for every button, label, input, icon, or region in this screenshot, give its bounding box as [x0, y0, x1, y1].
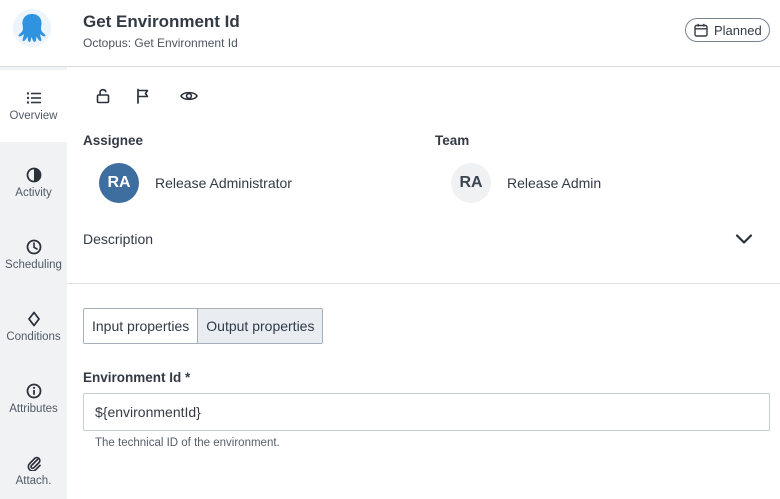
sidebar-item-label: Attributes [9, 403, 58, 415]
calendar-icon [694, 23, 708, 37]
page-header: Get Environment Id Octopus: Get Environm… [0, 0, 780, 67]
lock-toggle-button[interactable] [93, 86, 113, 106]
sidebar-item-attachments[interactable]: Attach. [0, 435, 67, 499]
pie-chart-icon [26, 167, 41, 183]
tab-input-properties[interactable]: Input properties [84, 309, 198, 343]
unlock-icon [96, 88, 110, 104]
diamond-icon [27, 311, 40, 327]
info-icon [26, 383, 41, 399]
environment-id-helper: The technical ID of the environment. [95, 437, 280, 449]
page-title: Get Environment Id [83, 12, 240, 31]
flag-icon [137, 88, 149, 104]
eye-icon [180, 91, 198, 101]
sidebar-item-attributes[interactable]: Attributes [0, 363, 67, 435]
sidebar-item-label: Activity [15, 187, 52, 199]
properties-tabs: Input properties Output properties [83, 308, 324, 344]
sidebar-item-label: Attach. [15, 475, 52, 487]
octopus-logo-icon [13, 9, 51, 47]
clock-icon [26, 239, 41, 255]
tab-output-properties[interactable]: Output properties [197, 309, 323, 343]
watch-button[interactable] [179, 86, 199, 106]
sidebar-item-overview[interactable]: Overview [0, 70, 67, 142]
section-divider [67, 283, 780, 284]
page-subtitle: Octopus: Get Environment Id [83, 36, 238, 50]
status-badge-label: Planned [714, 22, 762, 38]
sidebar-item-conditions[interactable]: Conditions [0, 291, 67, 363]
sidebar-item-activity[interactable]: Activity [0, 147, 67, 219]
status-badge[interactable]: Planned [685, 18, 770, 42]
team-avatar[interactable]: RA [451, 163, 491, 203]
sidebar-item-label: Scheduling [5, 259, 62, 271]
assignee-avatar[interactable]: RA [99, 163, 139, 203]
sidebar-item-label: Conditions [6, 331, 61, 343]
chevron-down-icon[interactable] [733, 230, 755, 248]
list-icon [26, 92, 41, 104]
environment-id-input[interactable] [83, 393, 770, 431]
assignee-name[interactable]: Release Administrator [155, 175, 292, 191]
description-label: Description [83, 231, 154, 247]
flag-button[interactable] [133, 86, 153, 106]
sidebar: Overview Activity Scheduling Conditions … [0, 67, 67, 499]
team-name[interactable]: Release Admin [507, 175, 601, 191]
environment-id-label: Environment Id * [83, 370, 191, 385]
team-label: Team [435, 133, 470, 148]
sidebar-item-label: Overview [9, 110, 58, 122]
paperclip-icon [27, 456, 41, 471]
sidebar-item-scheduling[interactable]: Scheduling [0, 219, 67, 291]
assignee-label: Assignee [83, 133, 144, 148]
